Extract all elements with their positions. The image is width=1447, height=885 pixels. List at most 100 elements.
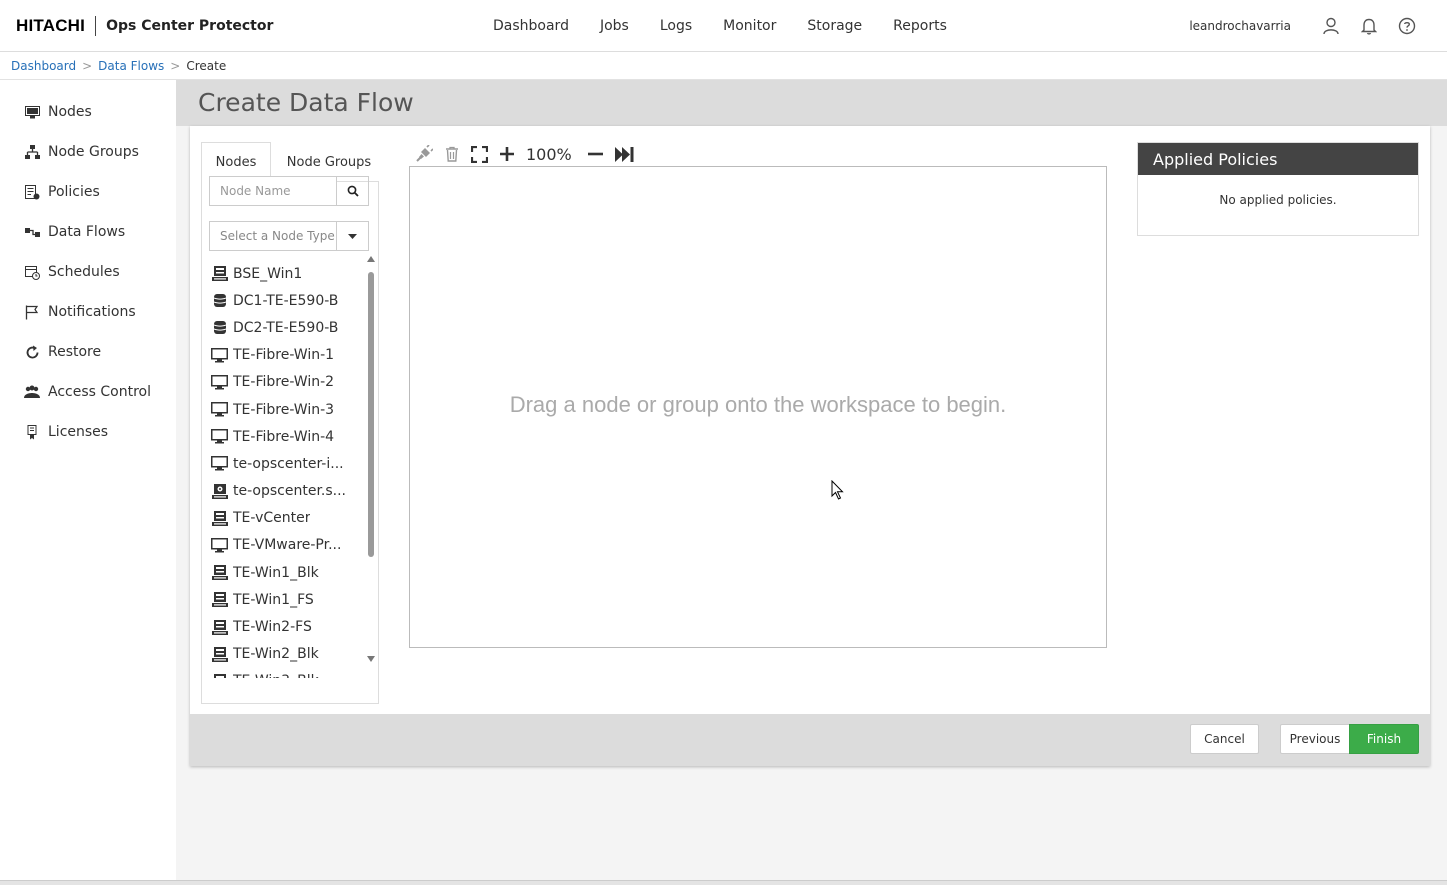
node-name: TE-Win2_Blk [233,646,319,663]
server-icon [211,266,228,282]
breadcrumb-separator: > [82,58,93,73]
monitor-icon [211,402,228,417]
search-icon[interactable] [337,177,368,205]
sidebar-item-data-flows[interactable]: Data Flows [24,224,125,240]
node-list: BSE_Win1 DC1-TE-E590-B DC2-TE-E590-B TE-Fib… [211,260,356,678]
sidebar-item-restore[interactable]: Restore [24,344,101,360]
username[interactable]: leandrochavarria [1189,19,1291,33]
sidebar-item-licenses[interactable]: Licenses [24,424,108,440]
user-area: leandrochavarria [1189,16,1417,36]
user-icon[interactable] [1321,16,1341,36]
sidebar-item-label: Nodes [48,104,92,120]
users-icon [24,384,40,400]
cancel-button[interactable]: Cancel [1190,724,1259,754]
sidebar-item-access-control[interactable]: Access Control [24,384,151,400]
list-item[interactable]: te-opscenter-i... [211,450,356,477]
policies-icon [24,184,40,200]
node-name: TE-Win3_Blk [233,673,319,678]
sidebar-item-label: Policies [48,184,100,200]
sidebar-item-schedules[interactable]: Schedules [24,264,120,280]
breadcrumb-dashboard[interactable]: Dashboard [11,59,76,73]
list-item[interactable]: TE-Win2-FS [211,613,356,640]
list-item[interactable]: TE-Win2_Blk [211,641,356,668]
node-name: TE-Fibre-Win-3 [233,401,335,418]
node-type-select-value: Select a Node Type [210,222,337,250]
nav-storage[interactable]: Storage [807,18,862,34]
sidebar-item-node-groups[interactable]: Node Groups [24,144,139,160]
sidebar-item-policies[interactable]: Policies [24,184,100,200]
sidebar-item-notifications[interactable]: Notifications [24,304,136,320]
data-flows-icon [24,224,40,240]
trash-icon[interactable] [445,143,459,165]
breadcrumb-data-flows[interactable]: Data Flows [98,59,164,73]
scroll-thumb[interactable] [368,272,374,557]
page-header: Create Data Flow [176,80,1447,126]
list-item[interactable]: TE-Fibre-Win-1 [211,342,356,369]
brand-logo: HITACHI [16,16,86,35]
breadcrumb: Dashboard > Data Flows > Create [0,52,1447,80]
restore-icon [24,344,40,360]
node-name-search-input[interactable] [210,177,337,205]
scroll-down-arrow[interactable] [367,656,375,662]
connect-icon[interactable] [415,143,433,165]
sidebar: Nodes Node Groups Policies Data Flows Sc… [0,80,176,885]
list-item[interactable]: BSE_Win1 [211,260,356,287]
nav-monitor[interactable]: Monitor [723,18,776,34]
page-title: Create Data Flow [198,88,414,117]
schedules-icon [24,264,40,280]
node-search [209,176,369,206]
fit-screen-icon[interactable] [471,143,488,165]
data-flow-workspace[interactable]: Drag a node or group onto the workspace … [409,166,1107,648]
breadcrumb-separator: > [170,58,181,73]
mouse-cursor-icon [831,479,845,504]
help-icon[interactable] [1397,16,1417,36]
list-item[interactable]: DC1-TE-E590-B [211,287,356,314]
sidebar-item-label: Access Control [48,384,151,400]
applied-policies-empty: No applied policies. [1219,193,1337,207]
node-name: te-opscenter-i... [233,455,344,472]
node-name: BSE_Win1 [233,265,303,282]
nav-jobs[interactable]: Jobs [600,18,629,34]
server-icon [211,592,228,608]
zoom-in-icon[interactable] [500,143,514,165]
list-item[interactable]: TE-Win3_Blk [211,668,356,678]
scroll-up-arrow[interactable] [367,256,375,262]
skip-to-end-icon[interactable] [614,143,634,165]
nav-reports[interactable]: Reports [893,18,947,34]
list-item[interactable]: TE-Fibre-Win-3 [211,396,356,423]
list-item[interactable]: TE-VMware-Pr... [211,532,356,559]
server-icon [211,646,228,662]
bell-icon[interactable] [1359,16,1379,36]
node-groups-icon [24,144,40,160]
sidebar-item-nodes[interactable]: Nodes [24,104,92,120]
previous-button[interactable]: Previous [1280,724,1350,754]
applied-policies-panel: Applied Policies No applied policies. [1137,142,1419,236]
zoom-out-icon[interactable] [587,143,603,165]
main-nav: Dashboard Jobs Logs Monitor Storage Repo… [493,18,978,34]
window-bottom-edge [0,880,1447,885]
list-item[interactable]: TE-Win1_FS [211,586,356,613]
list-item[interactable]: TE-Fibre-Win-4 [211,423,356,450]
monitor-icon [211,429,228,444]
node-type-select[interactable]: Select a Node Type [209,221,369,251]
list-item[interactable]: DC2-TE-E590-B [211,314,356,341]
finish-button[interactable]: Finish [1349,724,1419,754]
list-item[interactable]: TE-Win1_Blk [211,559,356,586]
node-palette: Nodes Node Groups Select a Node Type BSE… [201,142,379,704]
zoom-level: 100% [526,144,572,164]
brand[interactable]: HITACHI Ops Center Protector [16,16,273,36]
gear-server-icon [211,483,228,499]
list-item[interactable]: TE-Fibre-Win-2 [211,369,356,396]
wizard-footer: Cancel Previous Finish [190,714,1430,766]
product-name: Ops Center Protector [106,18,274,34]
monitor-icon [211,537,228,553]
sidebar-item-label: Licenses [48,424,109,440]
node-name: te-opscenter.s... [233,483,347,500]
chevron-down-icon [337,222,368,250]
list-item[interactable]: TE-vCenter [211,505,356,532]
nav-dashboard[interactable]: Dashboard [493,18,569,34]
list-item[interactable]: te-opscenter.s... [211,478,356,505]
node-list-scrollbar[interactable] [365,252,377,664]
nav-logs[interactable]: Logs [660,18,692,34]
server-icon [211,510,228,526]
